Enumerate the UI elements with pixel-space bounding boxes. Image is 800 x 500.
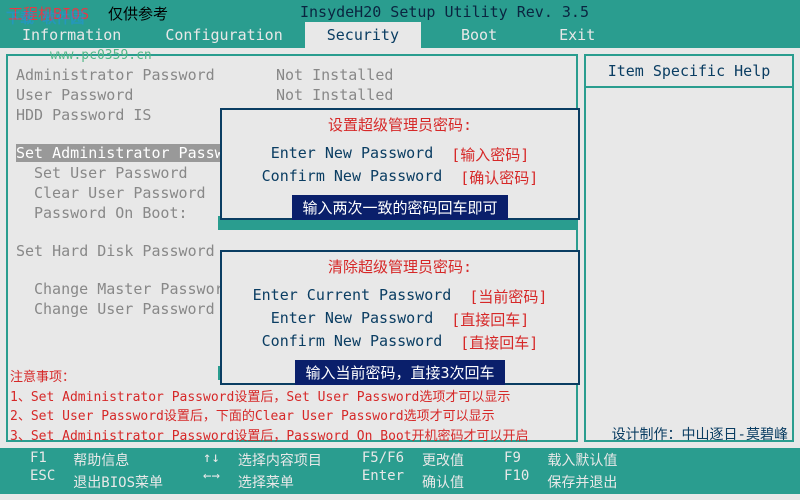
dialog1-hint: 输入两次一致的密码回车即可 xyxy=(292,195,507,220)
dialog2-enter-new[interactable]: Enter New Password [直接回车] xyxy=(222,308,578,331)
dialog-clear-admin: 清除超级管理员密码: Enter Current Password [当前密码]… xyxy=(220,250,580,385)
dialog1-title: 设置超级管理员密码: xyxy=(222,110,578,143)
dialog1-confirm-new[interactable]: Confirm New Password [确认密码] xyxy=(222,166,578,189)
tab-bar: Information Configuration Security Boot … xyxy=(0,22,800,48)
opt-admin-password: Administrator Password Not Installed xyxy=(16,66,568,84)
tab-configuration[interactable]: Configuration xyxy=(143,22,304,48)
utility-title: InsydeH20 Setup Utility Rev. 3.5 xyxy=(300,3,589,21)
key-esc: ESC xyxy=(30,468,55,484)
opt-user-password: User Password Not Installed xyxy=(16,86,568,104)
note-1: 1、Set Administrator Password设置后，Set User… xyxy=(10,388,529,408)
dialog2-enter-current[interactable]: Enter Current Password [当前密码] xyxy=(222,285,578,308)
dialog2-confirm-new[interactable]: Confirm New Password [直接回车] xyxy=(222,331,578,354)
dialog2-title: 清除超级管理员密码: xyxy=(222,252,578,285)
note-3: 3、Set Administrator Password设置后，Password… xyxy=(10,427,529,447)
key-updown: ↑↓ xyxy=(203,450,220,466)
dialog-set-admin: 设置超级管理员密码: Enter New Password [输入密码] Con… xyxy=(220,108,580,220)
footer-keys: F1ESC 帮助信息退出BIOS菜单 ↑↓←→ 选择内容项目选择菜单 F5/F6… xyxy=(0,448,800,494)
key-enter: Enter xyxy=(362,468,404,484)
tab-exit[interactable]: Exit xyxy=(537,22,617,48)
key-f5f6: F5/F6 xyxy=(362,450,404,466)
credits: 设计制作：中山逐日-莫碧峰 xyxy=(612,424,788,444)
tab-boot[interactable]: Boot xyxy=(421,22,537,48)
menubar: 工程机BIOS 仅供参考 InsydeH20 Setup Utility Rev… xyxy=(0,0,800,48)
bios-reference: 仅供参考 xyxy=(108,3,168,24)
watermark-soft: 下载 软件园 xyxy=(6,8,84,28)
note-2: 2、Set User Password设置后，下面的Clear User Pas… xyxy=(10,407,529,427)
help-header: Item Specific Help xyxy=(586,56,792,88)
dialog1-enter-new[interactable]: Enter New Password [输入密码] xyxy=(222,143,578,166)
watermark-url: www.pc0359.cn xyxy=(50,48,152,63)
key-f1: F1 xyxy=(30,450,55,466)
dialog2-hint: 输入当前密码，直接3次回车 xyxy=(295,360,504,385)
key-f9: F9 xyxy=(504,450,529,466)
key-f10: F10 xyxy=(504,468,529,484)
tab-security[interactable]: Security xyxy=(305,22,421,48)
help-pane: Item Specific Help xyxy=(584,54,794,442)
key-leftright: ←→ xyxy=(203,468,220,484)
